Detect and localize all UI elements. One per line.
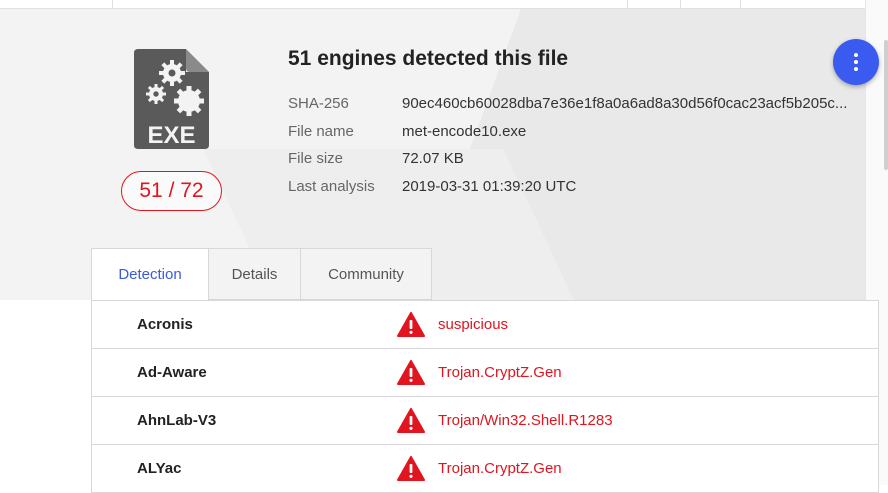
report-tabs: Detection Details Community [91, 248, 432, 301]
table-row: Ad-Aware Trojan.CryptZ.Gen [92, 349, 878, 397]
table-row: AhnLab-V3 Trojan/Win32.Shell.R1283 [92, 397, 878, 445]
warning-icon [397, 408, 425, 433]
sha256-value[interactable]: 90ec460cb60028dba7e36e1f8a0a6ad8a30d56f0… [402, 95, 874, 112]
more-vertical-icon [854, 60, 858, 64]
metadata-label: File name [288, 122, 354, 140]
engine-name: Acronis [137, 316, 193, 333]
engine-name: Ad-Aware [137, 364, 207, 381]
detection-result: Trojan/Win32.Shell.R1283 [438, 412, 613, 429]
toolbar-divider [680, 0, 681, 8]
toolbar-divider [740, 0, 741, 8]
detection-result: suspicious [438, 316, 509, 333]
metadata-label: File size [288, 150, 344, 168]
warning-icon [397, 360, 425, 385]
page-title: 51 engines detected this file [288, 47, 569, 70]
tab-community[interactable]: Community [301, 248, 432, 300]
metadata-row-filename: File name met-encode10.exe [288, 118, 878, 146]
detection-table: Acronis suspicious Ad-Aware Trojan.Crypt… [91, 300, 879, 493]
file-type-label: EXE [147, 122, 195, 149]
detection-score-badge: 51 / 72 [121, 171, 222, 211]
more-vertical-icon [854, 53, 858, 57]
metadata-row-sha256: SHA-256 90ec460cb60028dba7e36e1f8a0a6ad8… [288, 90, 878, 118]
metadata-label: Last analysis [288, 177, 375, 195]
metadata-row-filesize: File size 72.07 KB [288, 145, 878, 173]
table-row: Acronis suspicious [92, 301, 878, 349]
table-row: ALYac Trojan.CryptZ.Gen [92, 445, 878, 493]
warning-icon [397, 312, 425, 337]
detection-result: Trojan.CryptZ.Gen [438, 364, 562, 381]
scrollbar-thumb[interactable] [884, 40, 888, 170]
metadata-row-last-analysis: Last analysis 2019-03-31 01:39:20 UTC [288, 173, 878, 201]
tab-detection[interactable]: Detection [91, 248, 209, 301]
toolbar-divider [112, 0, 113, 8]
filename-value: met-encode10.exe [402, 122, 527, 140]
tab-details[interactable]: Details [209, 248, 301, 300]
more-vertical-icon [854, 67, 858, 71]
more-options-button[interactable] [833, 39, 879, 85]
filesize-value: 72.07 KB [402, 150, 464, 168]
metadata-label: SHA-256 [288, 95, 349, 113]
top-toolbar-strip [0, 0, 865, 9]
exe-file-icon: EXE [134, 49, 209, 149]
warning-icon [397, 456, 425, 481]
file-metadata: SHA-256 90ec460cb60028dba7e36e1f8a0a6ad8… [288, 90, 878, 200]
engine-name: AhnLab-V3 [137, 412, 217, 429]
engine-name: ALYac [137, 460, 182, 477]
last-analysis-value: 2019-03-31 01:39:20 UTC [402, 177, 577, 195]
toolbar-divider [627, 0, 628, 8]
detection-result: Trojan.CryptZ.Gen [438, 460, 562, 477]
